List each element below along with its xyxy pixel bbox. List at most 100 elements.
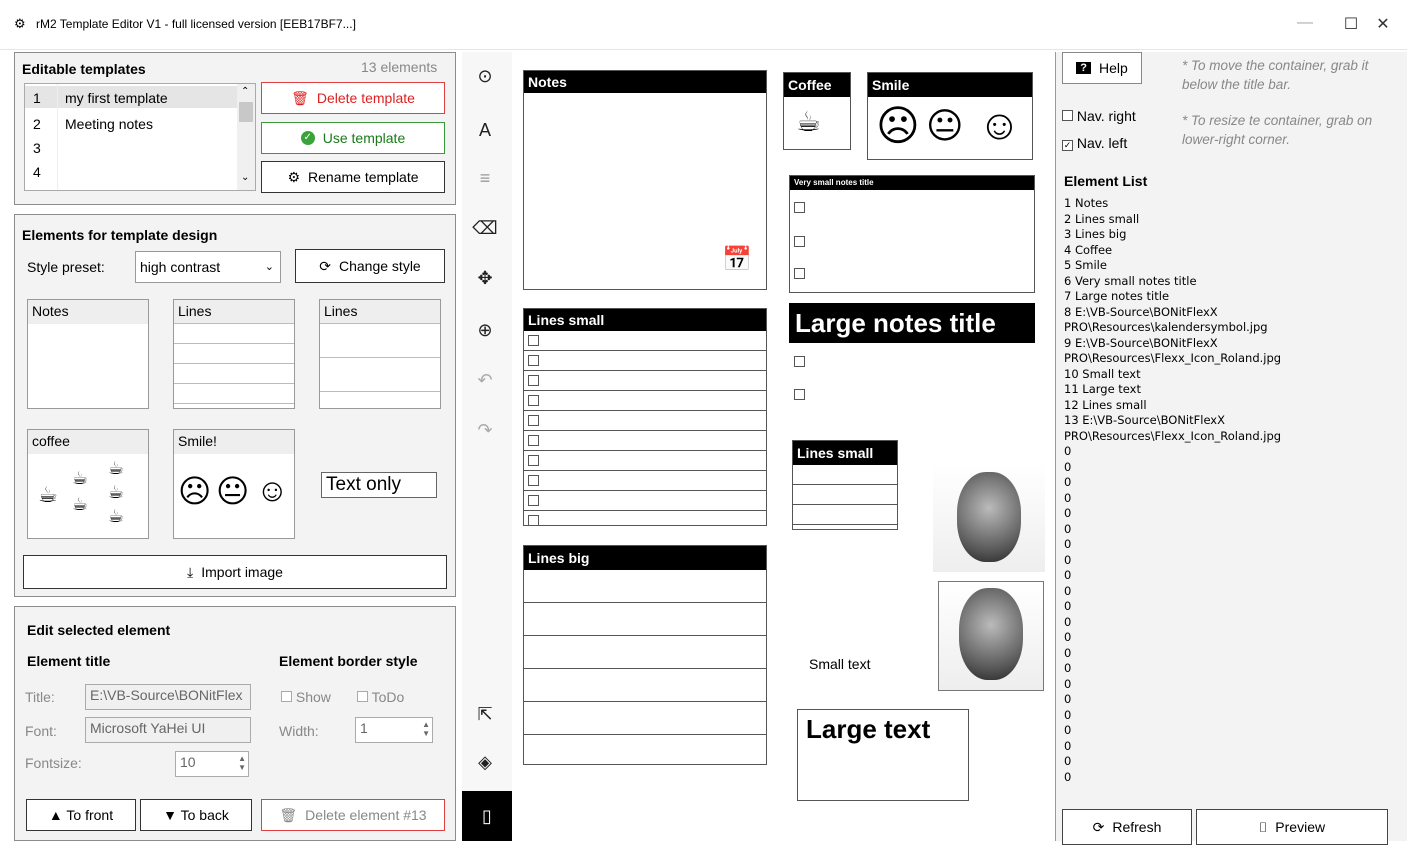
palette-lines-small[interactable]: Lines xyxy=(173,299,295,409)
list-item[interactable]: 0 xyxy=(1064,553,1384,569)
neutral-face-icon: 😐 xyxy=(926,105,964,146)
change-style-button[interactable]: ⟳ Change style xyxy=(295,249,445,283)
zoom-icon[interactable]: ⊕ xyxy=(470,320,500,341)
canvas-coffee[interactable]: Coffee ☕ xyxy=(783,72,851,150)
list-item[interactable]: 0 xyxy=(1064,739,1384,755)
list-item[interactable]: PRO\Resources\Flexx_Icon_Roland.jpg xyxy=(1064,429,1384,445)
text-icon[interactable]: A xyxy=(470,120,500,141)
palette-lines-big[interactable]: Lines xyxy=(319,299,441,409)
canvas-notes[interactable]: Notes 📅 xyxy=(523,70,767,290)
list-item[interactable]: 9 E:\VB-Source\BONitFlexX xyxy=(1064,336,1384,352)
canvas-large-notes-title[interactable]: Large notes title xyxy=(789,303,1035,343)
todo-checkbox[interactable]: ToDo xyxy=(357,689,404,705)
canvas-smile[interactable]: Smile ☹ 😐 ☺ xyxy=(867,72,1033,160)
list-item[interactable]: 0 xyxy=(1064,708,1384,724)
title-bar: ⚙ rM2 Template Editor V1 - full licensed… xyxy=(0,0,1407,50)
redo-icon[interactable]: ↷ xyxy=(470,420,500,441)
portrait-image[interactable] xyxy=(933,464,1045,572)
list-item[interactable]: 0 xyxy=(1064,460,1384,476)
share-icon[interactable]: ⇱ xyxy=(470,704,500,725)
preview-button[interactable]: ⌷ Preview xyxy=(1196,809,1388,845)
list-item[interactable]: 0 xyxy=(1064,692,1384,708)
use-template-button[interactable]: ✓ Use template xyxy=(261,122,445,154)
canvas-very-small-notes[interactable]: Very small notes title xyxy=(789,175,1035,293)
list-item[interactable]: 0 xyxy=(1064,444,1384,460)
font-input[interactable]: Microsoft YaHei UI xyxy=(85,717,251,743)
list-item[interactable]: 0 xyxy=(1064,615,1384,631)
list-item[interactable]: 0 xyxy=(1064,723,1384,739)
import-image-button[interactable]: ⤓ Import image xyxy=(23,555,447,589)
list-item[interactable]: 4 Coffee xyxy=(1064,243,1384,259)
refresh-button[interactable]: ⟳ Refresh xyxy=(1062,809,1192,845)
to-back-button[interactable]: ▼ To back xyxy=(140,799,252,831)
list-scrollbar[interactable]: ⌃ ⌄ xyxy=(237,84,255,190)
delete-template-button[interactable]: 🗑 Delete template xyxy=(261,82,445,114)
to-front-button[interactable]: ▲ To front xyxy=(26,799,136,831)
width-stepper[interactable]: 1 ▲ ▼ xyxy=(355,717,433,743)
list-item[interactable]: 1 Notes xyxy=(1064,196,1384,212)
list-item[interactable]: 0 xyxy=(1064,661,1384,677)
list-item[interactable]: 6 Very small notes title xyxy=(1064,274,1384,290)
happy-face-icon: ☺ xyxy=(256,472,289,508)
templates-list[interactable]: 1 my first template 2 Meeting notes 3 4 … xyxy=(24,83,256,191)
portrait-image-2[interactable] xyxy=(938,581,1044,691)
fontsize-stepper[interactable]: 10 ▲ ▼ xyxy=(175,751,249,777)
style-preset-select[interactable]: high contrast ⌄ xyxy=(135,251,281,283)
list-item[interactable]: 2 Lines small xyxy=(1064,212,1384,228)
element-list[interactable]: 1 Notes 2 Lines small 3 Lines big 4 Coffee 5… xyxy=(1064,196,1384,785)
move-icon[interactable]: ✥ xyxy=(470,268,500,289)
close-button[interactable]: ✕ xyxy=(1368,14,1398,34)
list-item[interactable]: 0 xyxy=(1064,677,1384,693)
canvas-small-text[interactable]: Small text xyxy=(809,656,870,672)
palette-coffee[interactable]: coffee ☕ ☕ ☕ ☕ ☕ ☕ xyxy=(27,429,149,539)
list-item[interactable]: 10 Small text xyxy=(1064,367,1384,383)
list-item[interactable]: PRO\Resources\kalendersymbol.jpg xyxy=(1064,320,1384,336)
list-item[interactable]: 0 xyxy=(1064,754,1384,770)
canvas[interactable]: Notes 📅 Coffee ☕ Smile ☹ 😐 ☺ Very small … xyxy=(512,52,1056,841)
list-item[interactable]: 12 Lines small xyxy=(1064,398,1384,414)
undo-icon[interactable]: ↶ xyxy=(470,370,500,391)
rename-template-button[interactable]: ⚙ Rename template xyxy=(261,161,445,193)
show-checkbox[interactable]: Show xyxy=(281,689,331,705)
page-icon[interactable]: ▯ xyxy=(462,791,512,841)
list-item[interactable]: 0 xyxy=(1064,584,1384,600)
list-item[interactable]: 0 xyxy=(1064,537,1384,553)
maximize-button[interactable]: ☐ xyxy=(1336,14,1366,34)
canvas-lines-small-2[interactable]: Lines small xyxy=(792,440,898,530)
list-item[interactable]: 0 xyxy=(1064,475,1384,491)
nav-left-checkbox[interactable]: ✓ Nav. left xyxy=(1062,135,1127,151)
list-item[interactable]: 5 Smile xyxy=(1064,258,1384,274)
title-input[interactable]: E:\VB-Source\BONitFlex xyxy=(85,684,251,710)
palette-text-only[interactable]: Text only xyxy=(321,472,437,498)
palette-notes[interactable]: Notes xyxy=(27,299,149,409)
delete-element-button[interactable]: 🗑 Delete element #13 xyxy=(261,799,445,831)
list-item[interactable]: Meeting notes xyxy=(65,116,153,132)
eraser-icon[interactable]: ⌫ xyxy=(470,218,500,239)
list-item[interactable]: 8 E:\VB-Source\BONitFlexX xyxy=(1064,305,1384,321)
minimize-button[interactable]: — xyxy=(1290,14,1320,32)
list-item[interactable]: 0 xyxy=(1064,491,1384,507)
canvas-lines-big[interactable]: Lines big xyxy=(523,545,767,765)
list-item[interactable]: 11 Large text xyxy=(1064,382,1384,398)
palette-smile[interactable]: Smile! ☹ 😐 ☺ xyxy=(173,429,295,539)
nav-right-checkbox[interactable]: Nav. right xyxy=(1062,108,1136,124)
list-item[interactable]: 0 xyxy=(1064,506,1384,522)
list-item[interactable]: 0 xyxy=(1064,770,1384,786)
canvas-lines-small[interactable]: Lines small xyxy=(523,308,767,526)
lines-icon[interactable]: ≡ xyxy=(470,168,500,189)
list-item[interactable]: 0 xyxy=(1064,522,1384,538)
list-item[interactable]: 13 E:\VB-Source\BONitFlexX xyxy=(1064,413,1384,429)
list-item[interactable]: 0 xyxy=(1064,568,1384,584)
list-item[interactable]: PRO\Resources\Flexx_Icon_Roland.jpg xyxy=(1064,351,1384,367)
list-item[interactable]: 0 xyxy=(1064,599,1384,615)
list-item[interactable]: 3 Lines big xyxy=(1064,227,1384,243)
help-button[interactable]: ? Help xyxy=(1062,52,1142,84)
list-item[interactable]: 7 Large notes title xyxy=(1064,289,1384,305)
list-item-n: 2 xyxy=(33,116,41,132)
pen-icon[interactable]: ⊙ xyxy=(470,66,500,87)
layers-icon[interactable]: ◈ xyxy=(470,752,500,773)
list-item[interactable]: 0 xyxy=(1064,630,1384,646)
canvas-large-text[interactable]: Large text xyxy=(797,709,969,801)
list-item[interactable]: my first template xyxy=(65,90,168,106)
list-item[interactable]: 0 xyxy=(1064,646,1384,662)
